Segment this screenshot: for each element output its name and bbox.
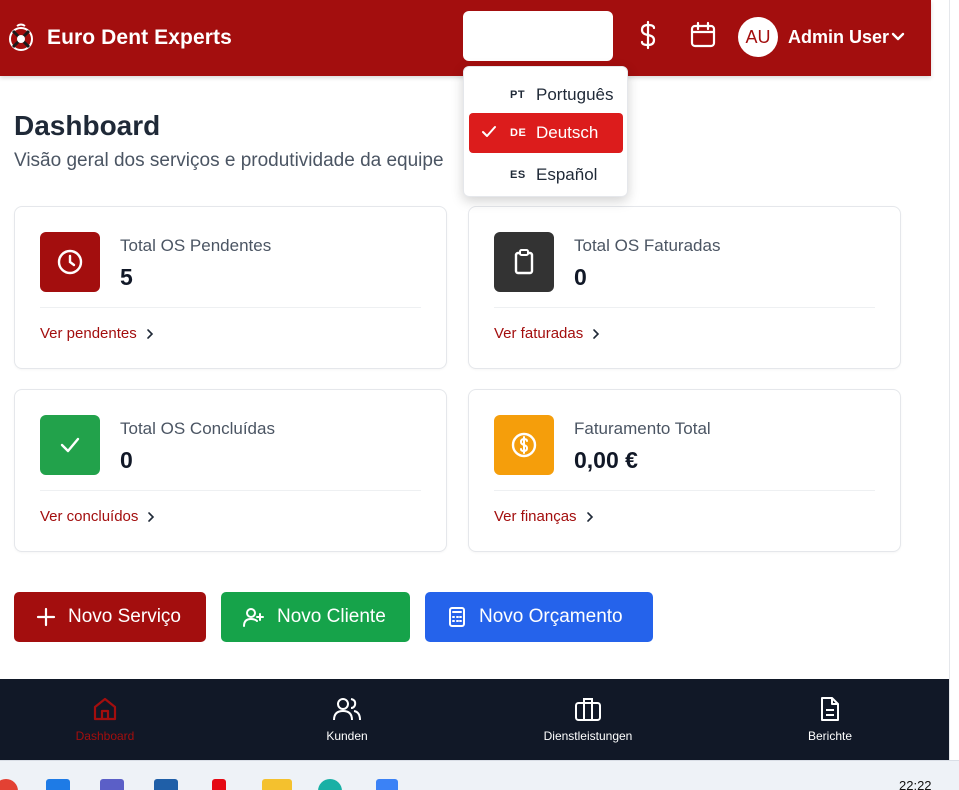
card-label: Faturamento Total bbox=[574, 419, 711, 438]
folder-icon[interactable] bbox=[262, 779, 292, 790]
language-option-de[interactable]: DE Deutsch bbox=[469, 113, 623, 153]
new-quote-button[interactable]: Novo Orçamento bbox=[425, 592, 653, 642]
avatar-initials: AU bbox=[745, 26, 771, 47]
language-dropdown: PT Português DE Deutsch ES Español bbox=[463, 66, 628, 197]
card-link[interactable]: Ver faturadas bbox=[494, 325, 601, 342]
divider bbox=[494, 307, 875, 308]
card-label: Total OS Concluídas bbox=[120, 419, 275, 438]
scrollbar[interactable] bbox=[949, 0, 959, 760]
nav-item-dashboard[interactable]: Dashboard bbox=[55, 679, 155, 760]
nav-item-kunden[interactable]: Kunden bbox=[297, 679, 397, 760]
card-pending: Total OS Pendentes 5 Ver pendentes bbox=[14, 206, 447, 369]
language-option-pt[interactable]: PT Português bbox=[469, 75, 623, 115]
briefcase-icon bbox=[575, 698, 601, 721]
check-icon bbox=[40, 415, 100, 475]
nav-label: Dienstleistungen bbox=[543, 729, 633, 743]
divider bbox=[494, 490, 875, 491]
card-invoiced: Total OS Faturadas 0 Ver faturadas bbox=[468, 206, 901, 369]
divider bbox=[40, 490, 421, 491]
divider bbox=[40, 307, 421, 308]
clock-icon bbox=[40, 232, 100, 292]
chevron-down-icon[interactable] bbox=[890, 29, 906, 50]
language-option-es[interactable]: ES Español bbox=[469, 155, 623, 195]
card-link-label: Ver finanças bbox=[494, 508, 577, 525]
card-value: 0 bbox=[120, 447, 133, 473]
nav-item-dienstleistungen[interactable]: Dienstleistungen bbox=[528, 679, 648, 760]
chevron-right-icon bbox=[148, 511, 155, 522]
brand-logo-icon bbox=[6, 21, 36, 55]
chevron-right-icon bbox=[146, 328, 153, 339]
page-subtitle: Visão geral dos serviços e produtividade… bbox=[14, 150, 444, 171]
brand[interactable]: Euro Dent Experts bbox=[6, 21, 232, 55]
users-icon bbox=[333, 698, 361, 721]
netflix-icon[interactable] bbox=[212, 779, 226, 790]
bottom-nav: Dashboard Kunden Dienstleistungen Berich… bbox=[0, 679, 949, 760]
card-value: 0 bbox=[574, 264, 587, 290]
calendar-app-icon[interactable] bbox=[376, 779, 398, 790]
edge-icon[interactable] bbox=[318, 779, 342, 790]
new-service-button[interactable]: Novo Serviço bbox=[14, 592, 206, 642]
brand-name: Euro Dent Experts bbox=[47, 26, 232, 49]
home-icon bbox=[93, 697, 117, 721]
teams-icon[interactable] bbox=[100, 779, 124, 790]
user-plus-icon bbox=[243, 608, 264, 627]
taskbar-clock: 22:22 bbox=[899, 778, 932, 790]
document-icon bbox=[821, 697, 839, 721]
card-link[interactable]: Ver finanças bbox=[494, 508, 595, 525]
card-link-label: Ver faturadas bbox=[494, 325, 584, 342]
card-link[interactable]: Ver concluídos bbox=[40, 508, 156, 525]
card-revenue: Faturamento Total 0,00 € Ver finanças bbox=[468, 389, 901, 552]
language-code: DE bbox=[510, 127, 527, 139]
nav-label: Berichte bbox=[807, 729, 853, 743]
chevron-right-icon bbox=[586, 511, 593, 522]
card-link[interactable]: Ver pendentes bbox=[40, 325, 155, 342]
clipboard-icon bbox=[494, 232, 554, 292]
card-value: 5 bbox=[120, 264, 133, 290]
plus-icon bbox=[36, 607, 56, 627]
top-bar: Euro Dent Experts AU Admin User bbox=[0, 0, 931, 76]
button-label: Novo Cliente bbox=[277, 606, 386, 627]
nav-label: Kunden bbox=[326, 729, 368, 743]
card-completed: Total OS Concluídas 0 Ver concluídos bbox=[14, 389, 447, 552]
store-icon[interactable] bbox=[154, 779, 178, 790]
page-title: Dashboard bbox=[14, 110, 161, 141]
language-label: Português bbox=[536, 85, 614, 104]
card-link-label: Ver pendentes bbox=[40, 325, 137, 342]
nav-label: Dashboard bbox=[75, 729, 135, 743]
card-label: Total OS Pendentes bbox=[120, 236, 272, 255]
chevron-right-icon bbox=[593, 328, 600, 339]
nav-item-berichte[interactable]: Berichte bbox=[780, 679, 880, 760]
app-icon[interactable] bbox=[46, 779, 70, 790]
language-code: ES bbox=[510, 169, 526, 181]
browser-icon[interactable] bbox=[0, 779, 18, 790]
dollar-icon[interactable] bbox=[633, 20, 663, 50]
os-taskbar: 22:22 bbox=[0, 760, 959, 790]
language-code: PT bbox=[510, 89, 526, 101]
language-label: Deutsch bbox=[536, 123, 599, 142]
avatar[interactable]: AU bbox=[738, 17, 778, 57]
language-selector[interactable] bbox=[463, 11, 613, 61]
card-value: 0,00 € bbox=[574, 447, 638, 473]
card-link-label: Ver concluídos bbox=[40, 508, 139, 525]
user-name[interactable]: Admin User bbox=[788, 27, 889, 48]
new-client-button[interactable]: Novo Cliente bbox=[221, 592, 410, 642]
button-label: Novo Serviço bbox=[68, 606, 181, 627]
dollar-coin-icon bbox=[494, 415, 554, 475]
calculator-icon bbox=[449, 607, 465, 627]
calendar-icon[interactable] bbox=[688, 20, 718, 50]
language-label: Español bbox=[536, 165, 598, 184]
check-icon bbox=[481, 124, 497, 145]
button-label: Novo Orçamento bbox=[479, 606, 623, 627]
card-label: Total OS Faturadas bbox=[574, 236, 721, 255]
